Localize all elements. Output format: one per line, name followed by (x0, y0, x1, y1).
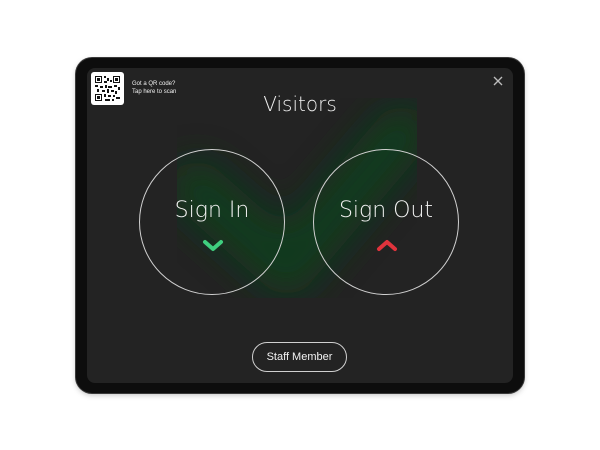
chevron-up-icon (377, 240, 397, 251)
kiosk-screen: Got a QR code? Tap here to scan Visitors… (87, 68, 513, 383)
sign-in-label: Sign In (174, 198, 250, 223)
chevron-down-icon (203, 240, 223, 251)
sign-in-button[interactable]: Sign In (139, 149, 285, 295)
qr-prompt-line1: Got a QR code? (132, 81, 176, 87)
sign-out-label: Sign Out (338, 198, 434, 223)
close-icon[interactable] (491, 74, 505, 88)
sign-out-button[interactable]: Sign Out (313, 149, 459, 295)
page-title: Visitors (263, 92, 337, 116)
staff-member-button[interactable]: Staff Member (252, 342, 347, 372)
